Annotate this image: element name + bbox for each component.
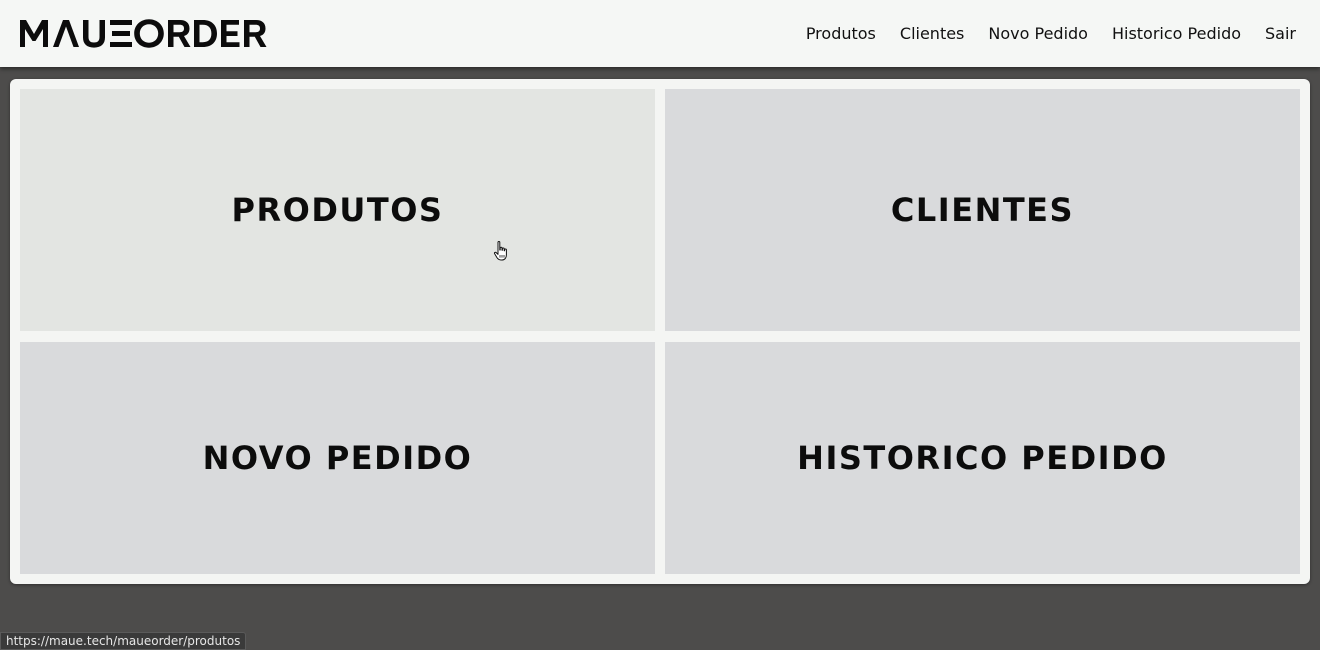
tile-historico-pedido[interactable]: HISTORICO PEDIDO <box>665 342 1300 574</box>
nav-link-produtos[interactable]: Produtos <box>806 24 876 43</box>
dashboard-panel: PRODUTOS CLIENTES NOVO PEDIDO HISTORICO … <box>10 79 1310 584</box>
nav-link-novo-pedido[interactable]: Novo Pedido <box>988 24 1088 43</box>
brand-logo-mark <box>20 19 267 48</box>
tile-label-clientes: CLIENTES <box>890 191 1075 229</box>
tile-novo-pedido[interactable]: NOVO PEDIDO <box>20 342 655 574</box>
nav-link-clientes[interactable]: Clientes <box>900 24 965 43</box>
top-navbar: Produtos Clientes Novo Pedido Historico … <box>0 0 1320 67</box>
nav-link-historico-pedido[interactable]: Historico Pedido <box>1112 24 1241 43</box>
nav-link-sair[interactable]: Sair <box>1265 24 1296 43</box>
tile-produtos[interactable]: PRODUTOS <box>20 89 655 331</box>
main-nav: Produtos Clientes Novo Pedido Historico … <box>782 0 1296 67</box>
tile-label-historico-pedido: HISTORICO PEDIDO <box>797 439 1168 477</box>
tile-clientes[interactable]: CLIENTES <box>665 89 1300 331</box>
tile-label-novo-pedido: NOVO PEDIDO <box>202 439 473 477</box>
brand-logo[interactable] <box>18 14 272 52</box>
status-bar-url: https://maue.tech/maueorder/produtos <box>0 632 247 650</box>
tile-label-produtos: PRODUTOS <box>231 191 444 229</box>
hand-pointer-icon <box>492 240 512 266</box>
